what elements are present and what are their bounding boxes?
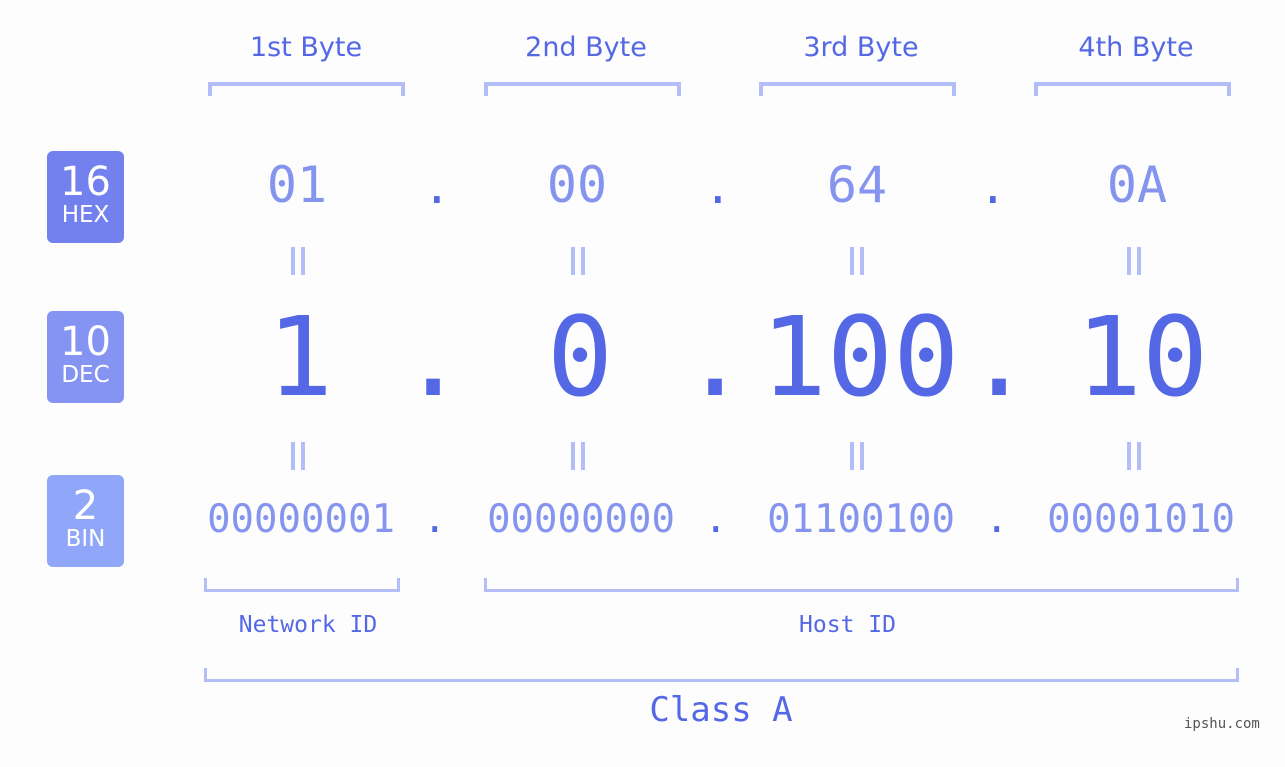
byte-bracket-1 bbox=[208, 82, 405, 96]
equals-icon bbox=[848, 442, 866, 470]
equals-icon bbox=[289, 247, 307, 275]
dec-byte-1: 1 bbox=[266, 293, 334, 421]
dec-separator-2: . bbox=[682, 293, 749, 421]
hex-separator-2: . bbox=[704, 160, 732, 214]
dec-byte-2: 0 bbox=[546, 293, 614, 421]
equals-icon bbox=[569, 442, 587, 470]
byte-label-3: 3rd Byte bbox=[803, 32, 919, 63]
byte-bracket-3 bbox=[759, 82, 956, 96]
equals-icon bbox=[848, 247, 866, 275]
hex-badge-label: HEX bbox=[61, 202, 110, 228]
hex-badge: 16 HEX bbox=[47, 151, 124, 243]
bin-badge-label: BIN bbox=[65, 526, 106, 552]
bin-byte-3: 01100100 bbox=[767, 497, 955, 542]
dec-separator-3: . bbox=[966, 293, 1033, 421]
bin-separator-2: . bbox=[704, 497, 728, 542]
dec-badge: 10 DEC bbox=[47, 311, 124, 403]
equals-icon bbox=[1125, 247, 1143, 275]
byte-bracket-2 bbox=[484, 82, 681, 96]
class-bracket bbox=[204, 668, 1239, 682]
dec-byte-4: 10 bbox=[1075, 293, 1209, 421]
host-id-label: Host ID bbox=[799, 612, 896, 638]
hex-byte-3: 64 bbox=[826, 156, 888, 214]
bin-badge: 2 BIN bbox=[47, 475, 124, 567]
network-id-label: Network ID bbox=[238, 612, 378, 638]
bin-byte-2: 00000000 bbox=[487, 497, 675, 542]
bin-badge-number: 2 bbox=[72, 483, 99, 529]
dec-badge-label: DEC bbox=[61, 362, 110, 388]
dec-byte-3: 100 bbox=[760, 293, 960, 421]
dec-badge-number: 10 bbox=[60, 319, 111, 365]
bin-separator-3: . bbox=[985, 497, 1009, 542]
hex-byte-2: 00 bbox=[546, 156, 608, 214]
network-id-bracket bbox=[204, 578, 400, 592]
hex-byte-1: 01 bbox=[266, 156, 328, 214]
equals-icon bbox=[1125, 442, 1143, 470]
hex-byte-4: 0A bbox=[1106, 156, 1168, 214]
hex-separator-1: . bbox=[423, 160, 451, 214]
byte-label-1: 1st Byte bbox=[249, 32, 363, 63]
bin-byte-1: 00000001 bbox=[207, 497, 395, 542]
byte-label-2: 2nd Byte bbox=[525, 32, 647, 63]
byte-bracket-4 bbox=[1034, 82, 1231, 96]
hex-separator-3: . bbox=[979, 160, 1007, 214]
hex-badge-number: 16 bbox=[60, 159, 111, 205]
equals-icon bbox=[289, 442, 307, 470]
watermark: ipshu.com bbox=[1184, 716, 1260, 732]
host-id-bracket bbox=[484, 578, 1239, 592]
bin-separator-1: . bbox=[423, 497, 447, 542]
bin-byte-4: 00001010 bbox=[1047, 497, 1235, 542]
dec-separator-1: . bbox=[400, 293, 467, 421]
class-label: Class A bbox=[649, 690, 793, 730]
equals-icon bbox=[569, 247, 587, 275]
byte-label-4: 4th Byte bbox=[1078, 32, 1194, 63]
